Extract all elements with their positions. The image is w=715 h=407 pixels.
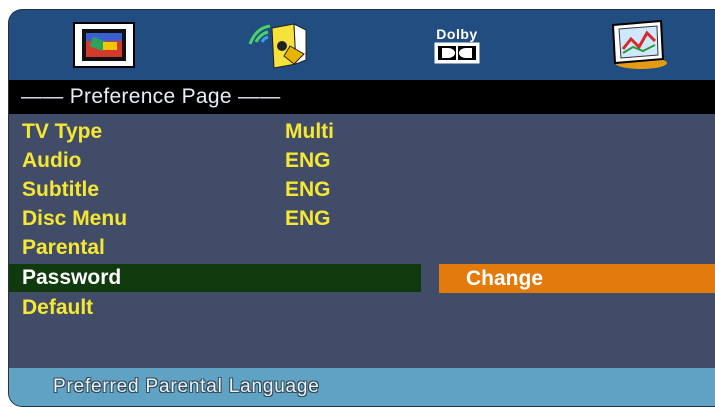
status-bar: Preferred Parental Language bbox=[9, 368, 715, 406]
menu-item-value: ENG bbox=[285, 207, 331, 230]
speaker-icon bbox=[248, 23, 307, 69]
chart-board-icon bbox=[611, 19, 667, 69]
menu-item-label: Audio bbox=[22, 149, 82, 172]
dolby-label: Dolby bbox=[436, 25, 478, 42]
password-change-option[interactable]: Change bbox=[439, 264, 715, 293]
menu-item-label: Parental bbox=[22, 236, 105, 259]
menu-item-value: Multi bbox=[285, 120, 334, 143]
menu-item-subtitle[interactable]: Subtitle ENG bbox=[9, 176, 429, 204]
menu-item-value: ENG bbox=[285, 149, 331, 172]
dvd-setup-screen: Dolby —— Preference Page —— TV Type Mult bbox=[8, 9, 715, 407]
menu-item-parental[interactable]: Parental bbox=[9, 234, 429, 262]
menu-item-value: ENG bbox=[285, 178, 331, 201]
menu-item-password[interactable]: Password bbox=[9, 264, 421, 292]
menu-item-default[interactable]: Default bbox=[9, 294, 429, 322]
tab-preference-setup[interactable] bbox=[593, 14, 683, 76]
menu-item-label: Subtitle bbox=[22, 178, 99, 201]
tab-general-setup[interactable] bbox=[59, 14, 149, 76]
setup-tab-bar: Dolby bbox=[9, 10, 715, 80]
tab-audio-setup[interactable] bbox=[236, 14, 326, 76]
tv-screen-icon bbox=[73, 22, 135, 68]
menu-item-label: TV Type bbox=[22, 120, 103, 143]
menu-item-disc-menu[interactable]: Disc Menu ENG bbox=[9, 205, 429, 233]
tab-dolby-setup[interactable]: Dolby bbox=[412, 14, 502, 76]
menu-item-tv-type[interactable]: TV Type Multi bbox=[9, 118, 429, 146]
menu-item-label: Disc Menu bbox=[22, 207, 128, 230]
dolby-icon bbox=[434, 42, 480, 63]
menu-item-audio[interactable]: Audio ENG bbox=[9, 147, 429, 175]
menu-item-label: Password bbox=[22, 266, 122, 289]
menu-item-label: Default bbox=[22, 296, 94, 319]
page-title: —— Preference Page —— bbox=[9, 80, 715, 114]
